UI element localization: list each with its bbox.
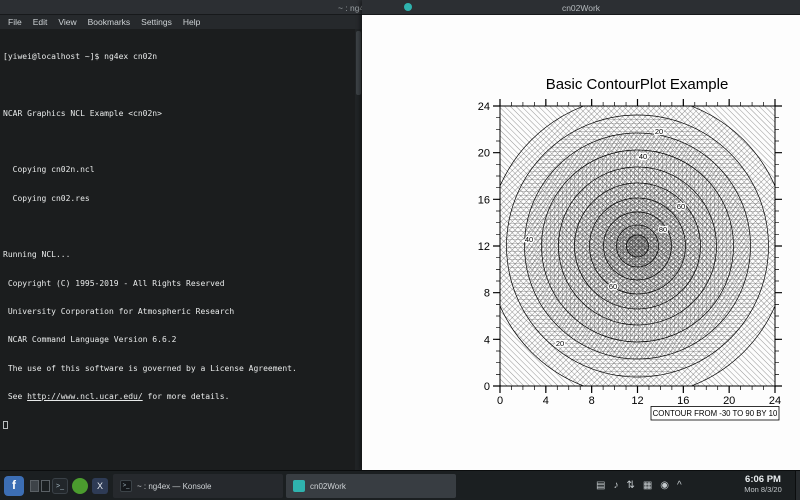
terminal-line: Running NCL... [3,250,355,259]
terminal-line: NCAR Graphics NCL Example <cn02n> [3,109,355,118]
terminal-line: [yiwei@localhost ~]$ ng4ex cn02n [3,52,355,61]
y-tick-label: 16 [478,194,490,206]
y-tick-label: 12 [478,241,490,253]
x-tick-label: 12 [631,395,643,407]
konsole-menubar: File Edit View Bookmarks Settings Help [0,15,362,29]
contour-label: 40 [525,235,533,244]
task-label: cn02Work [310,482,346,491]
konsole-title: ~ : ng4ex — Konsole [338,3,362,13]
menu-item-settings[interactable]: Settings [141,17,172,27]
virtual-desktop-pager[interactable] [30,480,50,492]
contour-label: 20 [655,127,663,136]
plot-title: Basic ContourPlot Example [546,76,729,93]
desktop-1[interactable] [30,480,39,492]
x-tick-label: 8 [589,395,595,407]
ncl-url-link[interactable]: http://www.ncl.ucar.edu/ [27,392,143,401]
x-tick-label: 4 [543,395,549,407]
contour-label: 80 [659,225,667,234]
x-tick-label: 20 [723,395,735,407]
terminal-line: Copying cn02n.ncl [3,165,355,174]
status-tray-icon[interactable]: ◉ [660,480,669,491]
menu-item-bookmarks[interactable]: Bookmarks [88,17,131,27]
see-suffix: for more details. [143,392,230,401]
clock-time: 6:06 PM [733,474,793,485]
contour-info-text: CONTOUR FROM -30 TO 90 BY 10 [653,409,778,418]
scrollbar-thumb[interactable] [356,31,361,95]
volume-tray-icon[interactable]: ♪ [613,480,618,491]
task-button-cn02work[interactable]: cn02Work [286,474,456,498]
y-tick-label: 20 [478,148,490,160]
task-button-konsole[interactable]: >_ ~ : ng4ex — Konsole [113,474,283,498]
x-tick-label: 24 [769,395,781,407]
konsole-titlebar[interactable]: ~ : ng4ex — Konsole [0,0,362,15]
cn02work-titlebar[interactable]: cn02Work [362,0,800,15]
cn02work-title: cn02Work [362,3,800,13]
launcher-app-green[interactable] [72,478,88,494]
terminal-line: Copyright (C) 1995-2019 - All Rights Res… [3,279,355,288]
contour-label: 20 [556,339,564,348]
menu-item-edit[interactable]: Edit [33,17,48,27]
terminal-line: Copying cn02.res [3,194,355,203]
task-label: ~ : ng4ex — Konsole [137,482,212,491]
application-launcher-button[interactable]: f [4,476,24,496]
display-tray-icon[interactable]: ▦ [643,480,652,491]
launcher-terminal[interactable]: >_ [52,478,68,494]
contour-plot: Basic ContourPlot Example [362,15,800,470]
y-axis-labels: 24 20 16 12 8 4 0 [478,101,490,393]
cn02work-icon [293,480,305,492]
menu-item-file[interactable]: File [8,17,22,27]
clipboard-tray-icon[interactable]: ▤ [596,480,605,491]
terminal-scrollbar[interactable] [355,29,362,470]
menu-item-help[interactable]: Help [183,17,200,27]
terminal-line [3,222,355,231]
tray-expander-icon[interactable]: ^ [677,480,682,491]
konsole-icon: >_ [120,480,132,492]
contour-info-box: CONTOUR FROM -30 TO 90 BY 10 [651,407,779,421]
show-desktop-button[interactable] [795,471,800,500]
cn02work-window: cn02Work Basic ContourPlot Example [362,0,800,470]
contour-bands [488,96,788,396]
y-tick-label: 24 [478,101,490,113]
terminal-line-see: See http://www.ncl.ucar.edu/ for more de… [3,392,355,401]
clock-date: Mon 8/3/20 [733,485,793,494]
x-tick-label: 16 [677,395,689,407]
launcher-app-x[interactable]: X [92,478,108,494]
terminal-line [3,80,355,89]
terminal-cursor [3,421,8,429]
terminal-line: NCAR Command Language Version 6.6.2 [3,335,355,344]
system-tray: ▤ ♪ ⇅ ▦ ◉ ^ [596,471,682,500]
contour-label: 40 [639,152,647,161]
y-tick-label: 0 [484,381,490,393]
konsole-window: ~ : ng4ex — Konsole File Edit View Bookm… [0,0,362,470]
x-tick-label: 0 [497,395,503,407]
see-prefix: See [3,392,27,401]
terminal-line: University Corporation for Atmospheric R… [3,307,355,316]
contour-label: 60 [609,282,617,291]
contour-label: 60 [677,202,685,211]
y-tick-label: 8 [484,288,490,300]
desktop-2[interactable] [41,480,50,492]
terminal-line: The use of this software is governed by … [3,364,355,373]
graphics-canvas[interactable]: Basic ContourPlot Example [362,15,800,470]
y-tick-label: 4 [484,334,490,346]
terminal-output[interactable]: [yiwei@localhost ~]$ ng4ex cn02n NCAR Gr… [0,29,355,470]
x-axis-labels: 0 4 8 12 16 20 24 [497,395,781,407]
terminal-line [3,137,355,146]
digital-clock[interactable]: 6:06 PM Mon 8/3/20 [733,474,793,494]
network-tray-icon[interactable]: ⇅ [626,480,634,491]
taskbar: f >_ X >_ ~ : ng4ex — Konsole cn02Work ▤… [0,470,800,500]
menu-item-view[interactable]: View [58,17,76,27]
